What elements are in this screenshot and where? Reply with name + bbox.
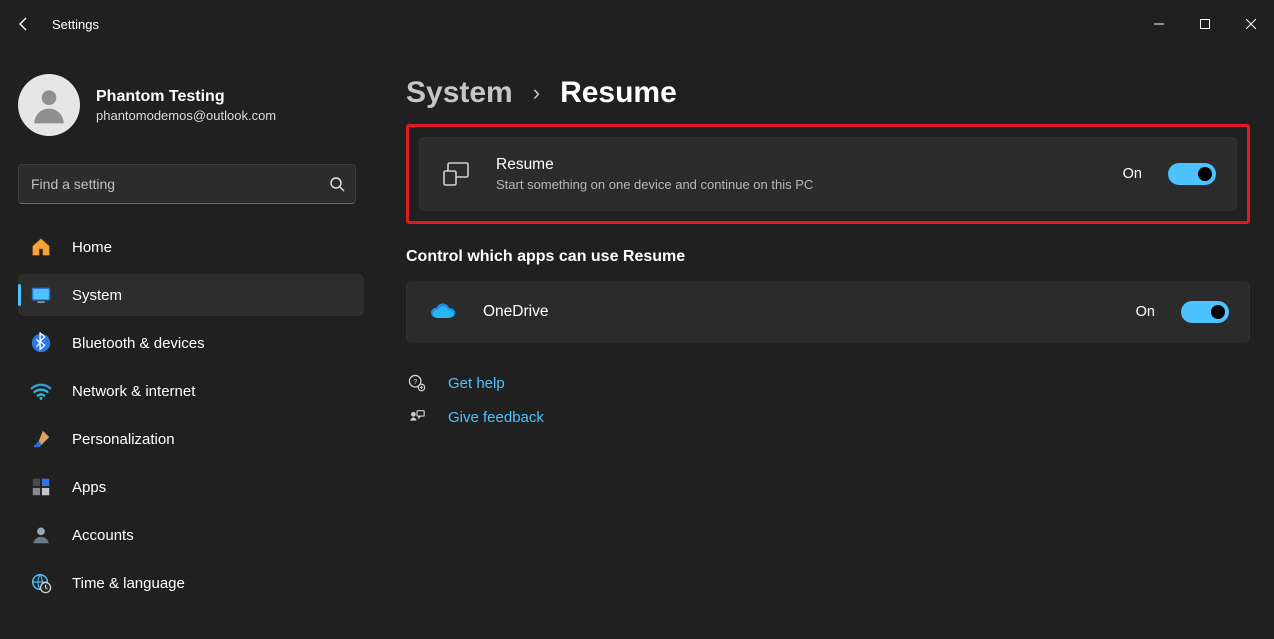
back-button[interactable] [0, 16, 48, 32]
resume-card-title: Resume [496, 156, 1101, 174]
nav-item-accounts[interactable]: Accounts [18, 514, 364, 556]
nav-item-network[interactable]: Network & internet [18, 370, 364, 412]
support-links: ? Get help Give feedback [406, 374, 1250, 426]
onedrive-toggle-label: On [1136, 304, 1155, 320]
get-help-link[interactable]: Get help [448, 375, 505, 392]
bluetooth-icon [28, 330, 54, 356]
help-icon: ? [406, 374, 428, 392]
system-icon [28, 282, 54, 308]
get-help-row[interactable]: ? Get help [406, 374, 1250, 392]
nav-label: Personalization [72, 431, 175, 448]
minimize-button[interactable] [1136, 8, 1182, 40]
nav-item-personalization[interactable]: Personalization [18, 418, 364, 460]
nav-item-home[interactable]: Home [18, 226, 364, 268]
resume-card-subtitle: Start something on one device and contin… [496, 177, 1101, 192]
nav-item-time-language[interactable]: Time & language [18, 562, 364, 604]
window-title: Settings [48, 17, 99, 32]
wifi-icon [28, 378, 54, 404]
chevron-right-icon: › [533, 80, 540, 106]
highlighted-setting: Resume Start something on one device and… [406, 124, 1250, 224]
onedrive-toggle[interactable] [1181, 301, 1229, 323]
nav-item-apps[interactable]: Apps [18, 466, 364, 508]
svg-text:?: ? [413, 377, 417, 386]
nav-list: Home System Bluetooth & devices Network … [18, 226, 364, 604]
close-button[interactable] [1228, 8, 1274, 40]
nav-label: Time & language [72, 575, 185, 592]
onedrive-label: OneDrive [483, 303, 1114, 321]
titlebar: Settings [0, 0, 1274, 48]
apps-section-heading: Control which apps can use Resume [406, 248, 1250, 266]
resume-toggle-label: On [1123, 166, 1142, 182]
avatar [18, 74, 80, 136]
user-card[interactable]: Phantom Testing phantomodemos@outlook.co… [18, 68, 364, 146]
give-feedback-link[interactable]: Give feedback [448, 409, 544, 426]
globe-clock-icon [28, 570, 54, 596]
breadcrumb: System › Resume [406, 76, 1250, 110]
home-icon [28, 234, 54, 260]
search-input[interactable] [31, 176, 329, 192]
breadcrumb-current: Resume [560, 76, 677, 110]
nav-label: Home [72, 239, 112, 256]
resume-toggle[interactable] [1168, 163, 1216, 185]
nav-label: System [72, 287, 122, 304]
maximize-button[interactable] [1182, 8, 1228, 40]
apps-icon [28, 474, 54, 500]
breadcrumb-parent[interactable]: System [406, 76, 513, 110]
search-icon [329, 176, 345, 192]
nav-label: Accounts [72, 527, 134, 544]
paintbrush-icon [28, 426, 54, 452]
nav-label: Network & internet [72, 383, 195, 400]
nav-item-system[interactable]: System [18, 274, 364, 316]
person-icon [28, 522, 54, 548]
nav-label: Bluetooth & devices [72, 335, 205, 352]
feedback-icon [406, 408, 428, 426]
resume-card[interactable]: Resume Start something on one device and… [419, 137, 1237, 211]
onedrive-icon [427, 302, 461, 322]
nav-label: Apps [72, 479, 106, 496]
search-box[interactable] [18, 164, 356, 204]
user-email: phantomodemos@outlook.com [96, 108, 276, 123]
nav-item-bluetooth[interactable]: Bluetooth & devices [18, 322, 364, 364]
sidebar: Phantom Testing phantomodemos@outlook.co… [0, 48, 370, 639]
user-name: Phantom Testing [96, 88, 276, 106]
onedrive-card[interactable]: OneDrive On [406, 282, 1250, 342]
give-feedback-row[interactable]: Give feedback [406, 408, 1250, 426]
devices-icon [440, 160, 474, 188]
main-content: System › Resume Resume Start something o… [370, 48, 1274, 639]
